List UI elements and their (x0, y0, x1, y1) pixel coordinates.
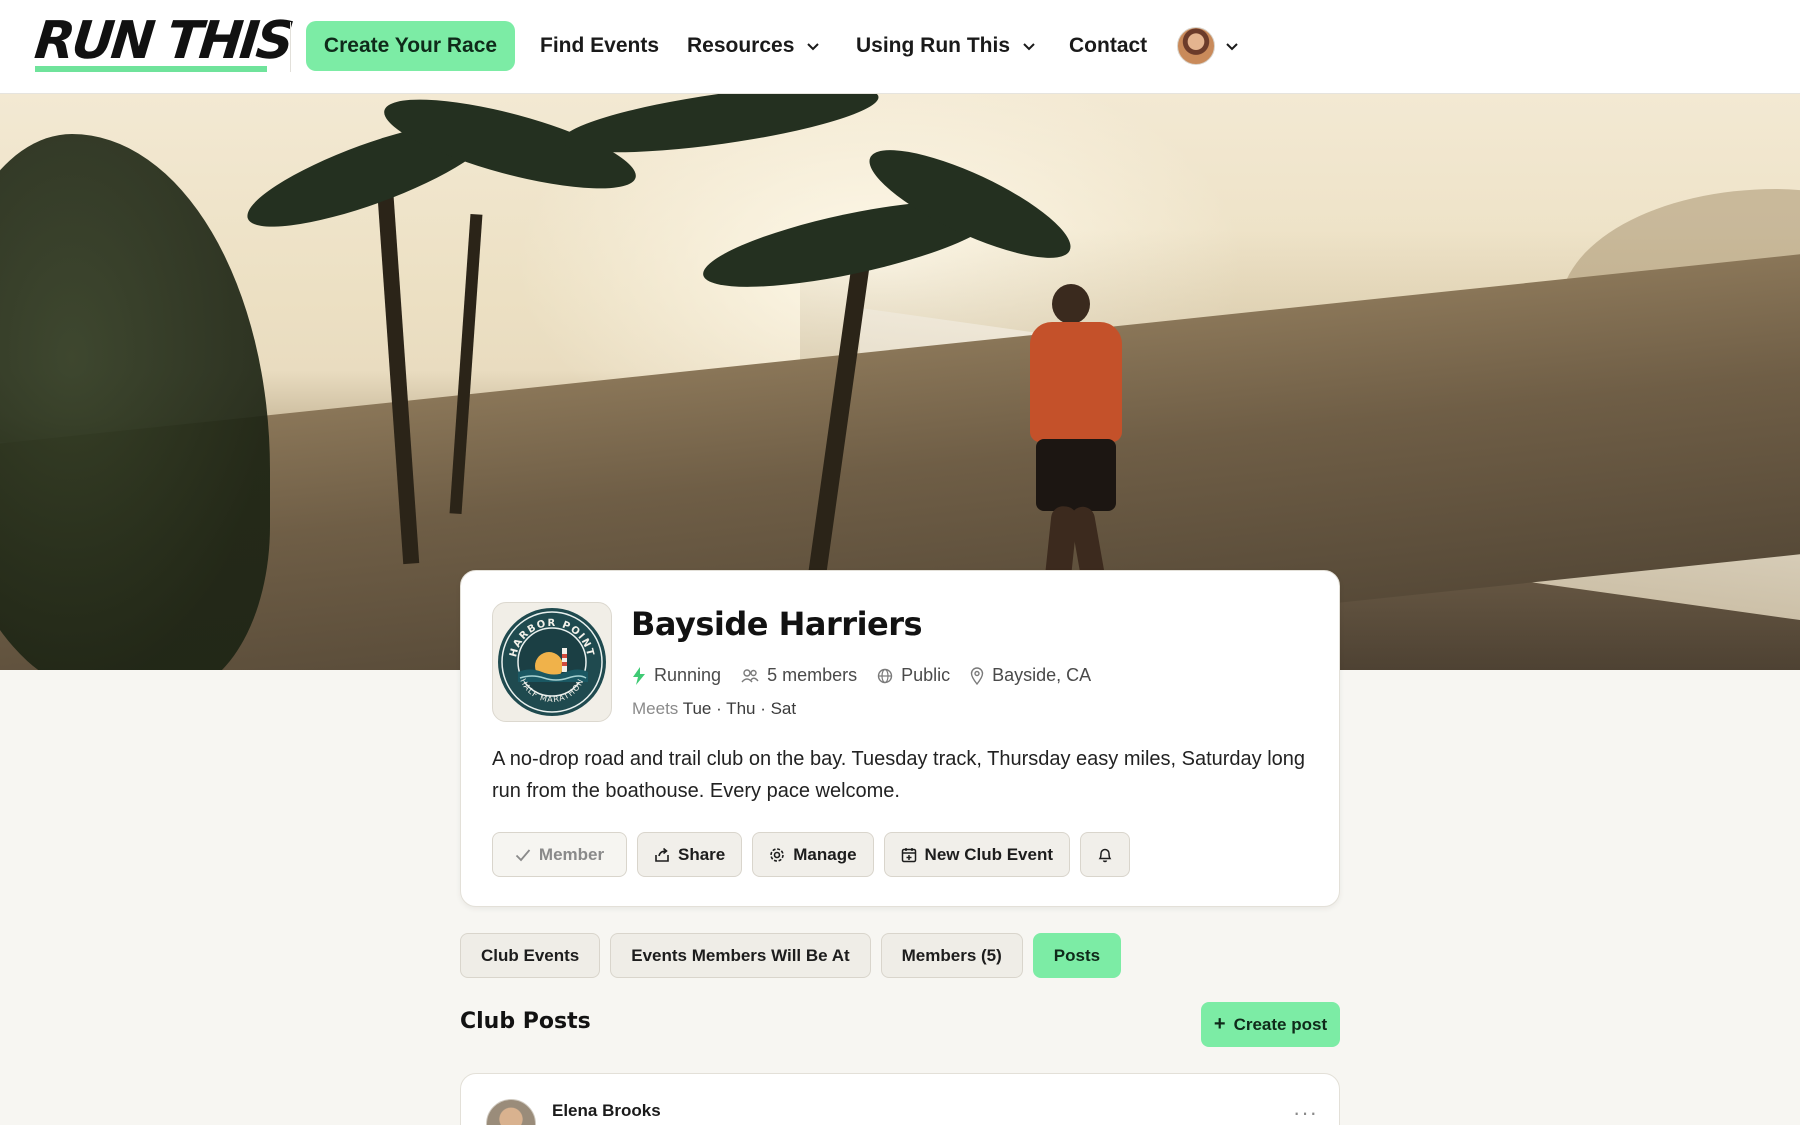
bell-icon (1098, 848, 1112, 862)
club-description: A no-drop road and trail club on the bay… (492, 748, 1306, 802)
nav-divider (290, 22, 291, 72)
create-race-button[interactable]: Create Your Race (306, 21, 515, 71)
nav-find-events-label: Find Events (540, 34, 660, 57)
more-options-icon[interactable]: ··· (1293, 1100, 1318, 1125)
harbor-point-badge-icon: HARBOR POINT HALF MARATHON (498, 608, 606, 716)
share-button-label: Share (678, 844, 726, 864)
nav-using-run-this[interactable]: Using Run This (856, 21, 1036, 71)
chevron-down-icon (807, 43, 820, 51)
plus-icon: + (1213, 1013, 1226, 1035)
post-author-avatar[interactable] (486, 1099, 536, 1125)
notifications-button[interactable] (1080, 832, 1131, 877)
club-actions: Member Share Manage New Club Event (492, 832, 1140, 877)
tab-events-members-will-be-at[interactable]: Events Members Will Be At (610, 933, 871, 978)
nav-contact-label: Contact (1069, 34, 1148, 57)
club-visibility: Public (877, 665, 950, 686)
lightning-icon (633, 666, 645, 685)
meets-label: Meets (632, 699, 679, 718)
manage-button-label: Manage (793, 844, 857, 864)
club-sport-label: Running (654, 665, 722, 685)
globe-icon (877, 668, 893, 683)
club-badge: HARBOR POINT HALF MARATHON (492, 602, 612, 722)
tab-posts[interactable]: Posts (1032, 933, 1122, 978)
map-pin-icon (970, 666, 984, 685)
share-button[interactable]: Share (637, 832, 743, 877)
chevron-down-icon (1023, 43, 1035, 51)
logo-text: RUN THIS (31, 11, 294, 71)
member-button[interactable]: Member (492, 832, 627, 877)
new-club-event-label: New Club Event (924, 844, 1054, 864)
club-meeting-days: Meets Tue · Thu · Sat (632, 699, 796, 719)
post-author-name[interactable]: Elena Brooks (552, 1101, 661, 1121)
calendar-plus-icon (901, 847, 916, 862)
create-post-button[interactable]: + Create post (1201, 1002, 1340, 1047)
create-post-label: Create post (1233, 1014, 1328, 1034)
post-card: Elena Brooks ··· (460, 1073, 1340, 1125)
nav-find-events[interactable]: Find Events (540, 21, 659, 71)
club-posts-title: Club Posts (460, 1009, 591, 1034)
club-location: Bayside, CA (970, 665, 1091, 686)
club-meta: Running 5 members Public Bayside, CA (632, 665, 1111, 686)
check-icon (515, 848, 531, 861)
tab-members[interactable]: Members (5) (880, 933, 1023, 978)
club-location-label: Bayside, CA (992, 665, 1092, 685)
new-club-event-button[interactable]: New Club Event (883, 832, 1071, 877)
nav-using-label: Using Run This (856, 34, 1010, 57)
account-menu-chevron-icon[interactable] (1225, 39, 1239, 53)
top-navigation: RUN THIS Create Your Race Find Events Re… (0, 0, 1800, 94)
club-name: Bayside Harriers (631, 605, 923, 643)
user-avatar[interactable] (1177, 27, 1215, 65)
club-tabs: Club Events Events Members Will Be At Me… (460, 933, 1131, 978)
run-this-logo[interactable]: RUN THIS (31, 11, 294, 72)
meets-days: Tue · Thu · Sat (682, 699, 797, 718)
member-button-label: Member (538, 844, 605, 864)
nav-resources-label: Resources (687, 34, 795, 57)
share-icon (655, 847, 669, 862)
club-members-label: 5 members (767, 665, 858, 685)
club-members-count: 5 members (741, 665, 857, 686)
club-info-card: HARBOR POINT HALF MARATHON Bayside Harri… (460, 570, 1340, 907)
users-icon (741, 668, 759, 682)
manage-button[interactable]: Manage (752, 832, 874, 877)
nav-contact[interactable]: Contact (1069, 21, 1147, 71)
nav-resources[interactable]: Resources (687, 21, 820, 71)
club-visibility-label: Public (901, 665, 951, 685)
club-sport: Running (632, 665, 721, 686)
logo-underline (35, 66, 267, 72)
gear-icon (770, 847, 785, 862)
tab-club-events[interactable]: Club Events (460, 933, 601, 978)
